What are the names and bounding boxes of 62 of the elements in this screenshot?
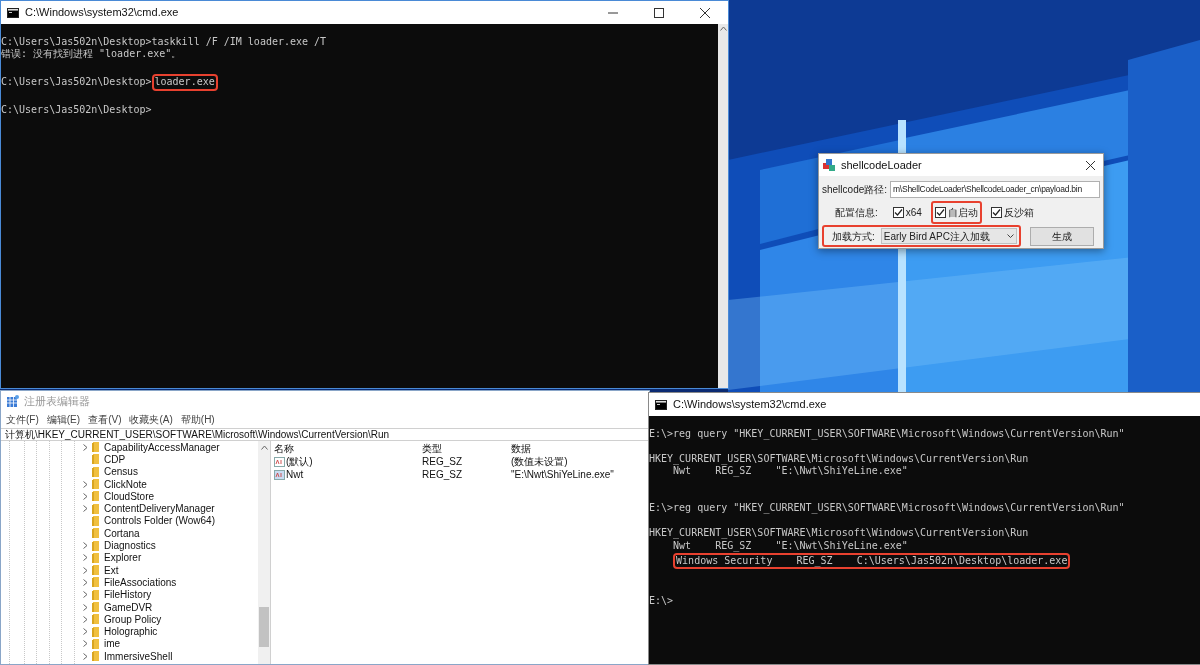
console-text: 错误: 没有找到进程 "loader.exe"。 <box>1 48 182 60</box>
window-title: shellcodeLoader <box>841 157 922 173</box>
string-value-icon <box>274 469 285 480</box>
console-text: C:\Users\Jas502n\Desktop>taskkill /F /IM loader.exe /T <box>1 36 327 47</box>
generate-button[interactable]: 生成 <box>1030 226 1094 246</box>
console-text: E:\>reg query "HKEY_CURRENT_USER\SOFTWARE\Microsoft\Windows\CurrentVersion\Run" <box>649 428 1125 439</box>
caret-icon <box>1007 234 1014 238</box>
checkbox[interactable] <box>990 206 1002 218</box>
scrollbar[interactable] <box>718 24 728 388</box>
scroll-up-icon[interactable] <box>719 26 727 31</box>
column-header[interactable]: 名称 <box>274 441 422 456</box>
menu-item[interactable]: 帮助(H) <box>180 412 215 427</box>
registry-icon <box>7 395 19 407</box>
checkbox[interactable] <box>934 206 946 218</box>
table-cell-text: Nwt <box>286 468 304 482</box>
path-field[interactable]: m\ShellCodeLoader\ShellcodeLoader_cn\payload.bin <box>890 180 1100 198</box>
scroll-up-icon[interactable] <box>260 445 268 450</box>
app-icon <box>823 158 836 172</box>
console-icon <box>7 7 19 18</box>
menu-item[interactable]: 查看(V) <box>88 412 122 427</box>
console-icon <box>655 399 667 410</box>
menu-item[interactable]: 文件(F) <box>6 412 39 427</box>
string-value-icon <box>274 456 285 467</box>
window-title: C:\Windows\system32\cmd.exe <box>673 397 827 413</box>
table-cell-text: REG_SZ <box>422 468 463 482</box>
console-text: C:\Users\Jas502n\Desktop> <box>1 76 152 88</box>
console-text: E:\>reg query "HKEY_CURRENT_USER\SOFTWARE\Microsoft\Windows\CurrentVersion\Run" <box>649 502 1125 514</box>
tree-item[interactable]: CapabilityAccessManager <box>104 441 220 455</box>
close-icon[interactable] <box>700 7 710 18</box>
console-text: E:\> <box>649 595 674 607</box>
checkbox[interactable] <box>892 206 904 218</box>
scroll-thumb[interactable] <box>259 607 269 647</box>
console-text: loader.exe <box>151 74 218 91</box>
close-icon[interactable] <box>1086 160 1095 170</box>
maximize-icon[interactable] <box>654 7 664 18</box>
console-text: C:\Users\Jas502n\Desktop> <box>1 104 152 115</box>
console-text: HKEY_CURRENT_USER\SOFTWARE\Microsoft\Windows\CurrentVersion\Run <box>649 527 1029 539</box>
table-cell-text: "E:\Nwt\ShiYeLine.exe" <box>511 468 615 482</box>
address-bar[interactable]: 计算机\HKEY_CURRENT_USER\SOFTWARE\Microsoft\Windows\CurrentVersion\Run <box>1 428 649 441</box>
console-text: Windows Security REG_SZ C:\Users\Jas502n\Desktop\loader.exe <box>673 553 1071 570</box>
load-method-select[interactable]: Early Bird APC注入加载 <box>880 228 1017 244</box>
window-title: 注册表编辑器 <box>24 393 90 409</box>
column-header[interactable]: 数据 <box>511 441 649 456</box>
field-label: 加载方式: <box>832 229 875 244</box>
folder-icon <box>92 651 100 662</box>
checkbox-label: x64 <box>905 205 922 220</box>
console-text: Nwt REG_SZ "E:\Nwt\ShiYeLine.exe" <box>673 465 908 477</box>
checkbox-label: 反沙箱 <box>1003 205 1034 220</box>
menu-item[interactable]: 编辑(E) <box>46 412 81 427</box>
checkbox-label: 自启动 <box>947 205 978 220</box>
folder-icon <box>92 602 100 612</box>
console-text: HKEY_CURRENT_USER\SOFTWARE\Microsoft\Windows\CurrentVersion\Run <box>649 452 1029 464</box>
table-cell-text: (数值未设置) <box>511 455 569 469</box>
field-label: shellcode路径: <box>822 182 888 197</box>
scrollbar[interactable] <box>258 441 270 664</box>
table-cell-text: REG_SZ <box>422 455 463 469</box>
window-title: C:\Windows\system32\cmd.exe <box>25 5 179 21</box>
table-cell-text: (默认) <box>286 455 313 469</box>
column-header[interactable]: 类型 <box>422 441 511 456</box>
field-label: 配置信息: <box>835 205 878 220</box>
console-text: Nwt REG_SZ "E:\Nwt\ShiYeLine.exe" <box>673 539 908 551</box>
menu-item[interactable]: 收藏夹(A) <box>129 412 173 427</box>
